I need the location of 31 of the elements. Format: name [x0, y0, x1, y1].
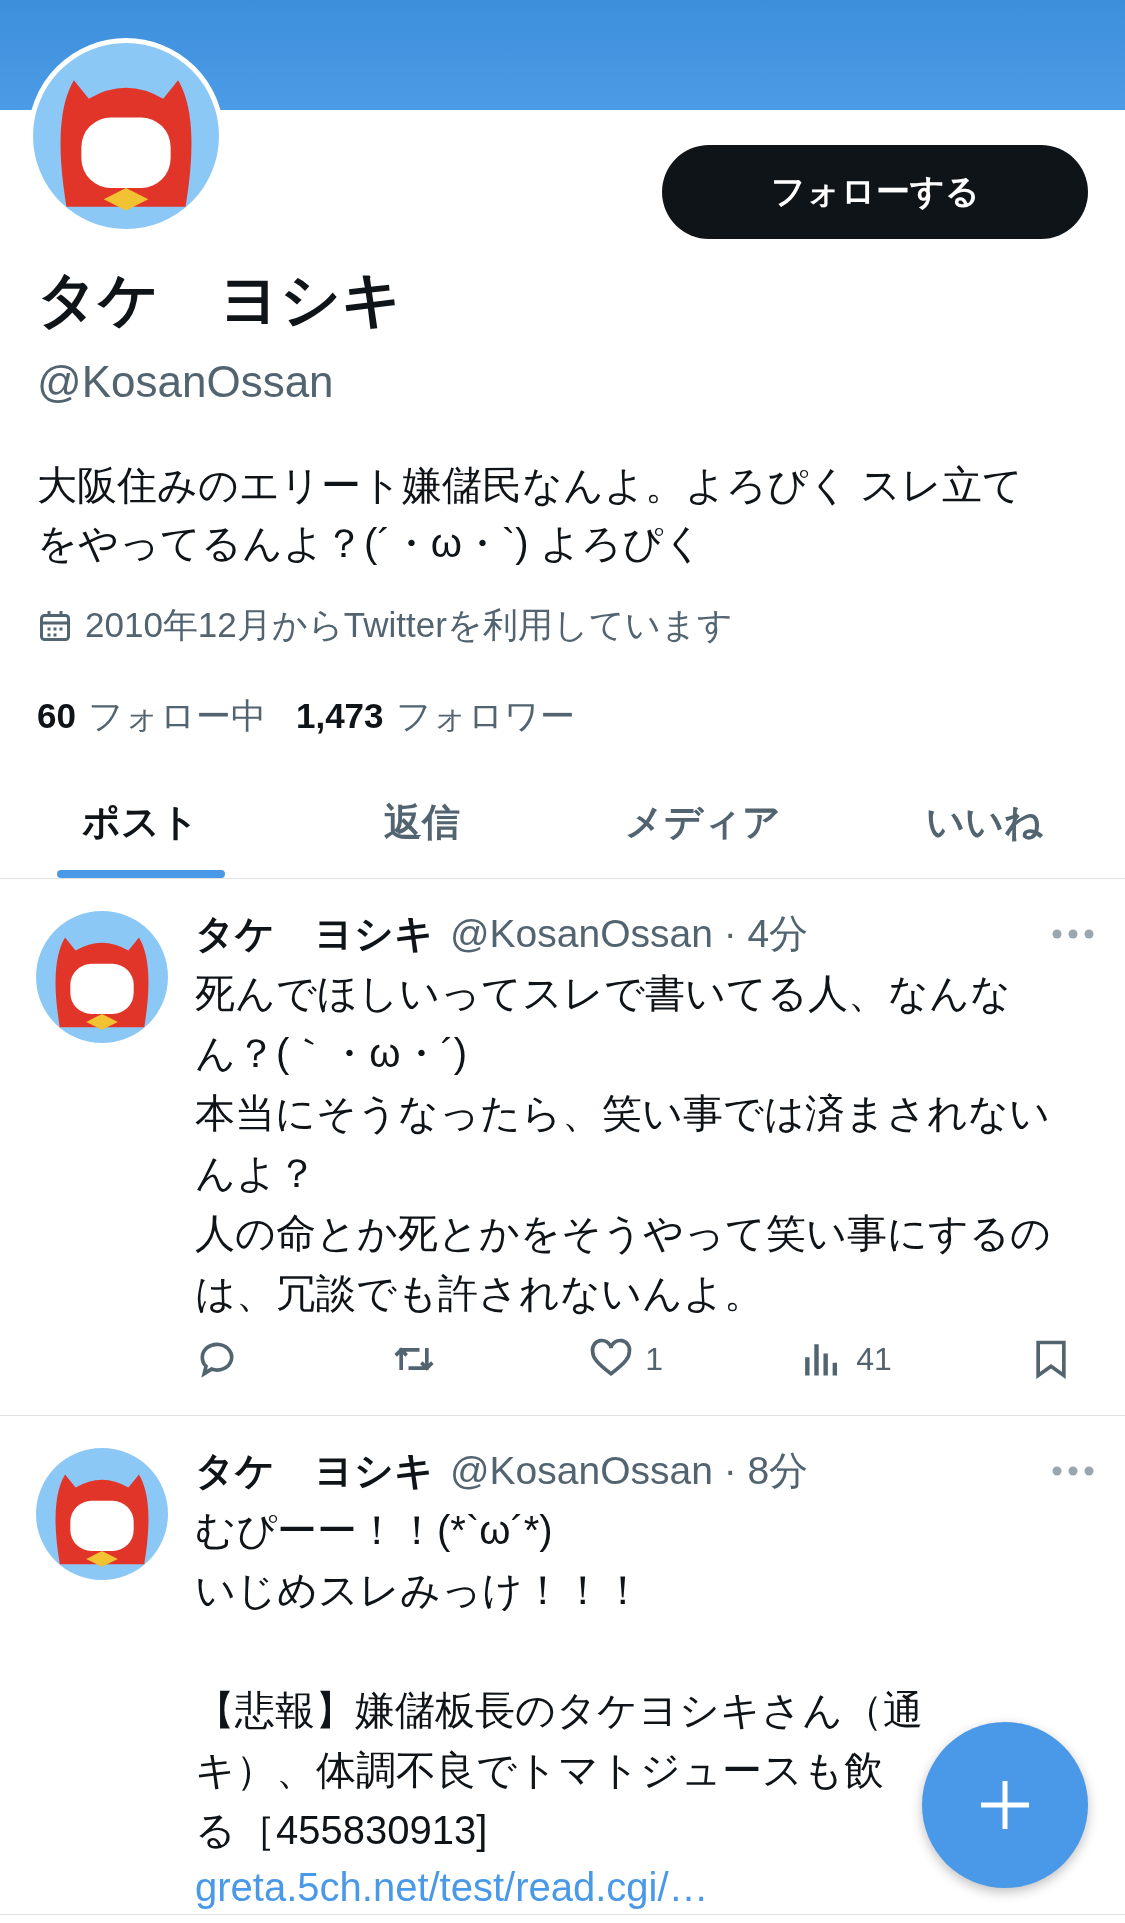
profile-tab[interactable]: メディア [562, 766, 844, 878]
stat-count: 60 [37, 696, 76, 735]
post-text: 【悲報】嫌儲板長のタケヨシキさん（通 [195, 1687, 923, 1734]
author-name: タケ ヨシキ [195, 911, 434, 957]
post-text: る［455830913] [195, 1807, 488, 1854]
action-count: 41 [856, 1340, 892, 1378]
post-text: 死んでほしいってスレで書いてる人、なんな [195, 970, 1011, 1017]
post-text: は、冗談でも許されないんよ。 [195, 1270, 764, 1317]
post-text: いじめスレみっけ！！！ [195, 1567, 643, 1614]
profile-tab[interactable]: ポスト [0, 766, 282, 878]
stat-count: 1,473 [295, 696, 384, 735]
stat-label[interactable]: フォロー中 [87, 696, 266, 735]
post-text: キ）、体調不良でトマトジュースも飲 [195, 1747, 884, 1794]
post-text: むぴーー！！(*`ω´*) [195, 1507, 553, 1554]
join-date: 2010年12月からTwitterを利用しています [85, 604, 733, 646]
handle-time: @KosanOssan · 8分 [450, 1448, 810, 1494]
post-text: 人の命とか死とかをそうやって笑い事にするの [195, 1210, 1051, 1257]
post-text: ん？(｀・ω・´) [195, 1030, 468, 1077]
follow-button[interactable]: フォローする [662, 145, 1088, 239]
profile-tab[interactable]: いいね [843, 766, 1125, 878]
profile-name: タケ ヨシキ [37, 265, 403, 335]
bio-text: をやってるんよ？(´・ω・`) よろぴく [37, 520, 704, 567]
author-name: タケ ヨシキ [195, 1448, 434, 1494]
post-text: 本当にそうなったら、笑い事では済まされない [195, 1090, 1050, 1137]
handle-time: @KosanOssan · 4分 [450, 911, 810, 957]
profile-tab[interactable]: 返信 [281, 766, 563, 878]
stat-label[interactable]: フォロワー [395, 696, 575, 735]
bio-text: 大阪住みのエリート嫌儲民なんよ。よろぴく スレ立て [37, 462, 1024, 509]
action-count: 1 [645, 1340, 664, 1378]
post-text: んよ？ [195, 1150, 317, 1197]
profile-handle: @KosanOssan [37, 356, 335, 408]
